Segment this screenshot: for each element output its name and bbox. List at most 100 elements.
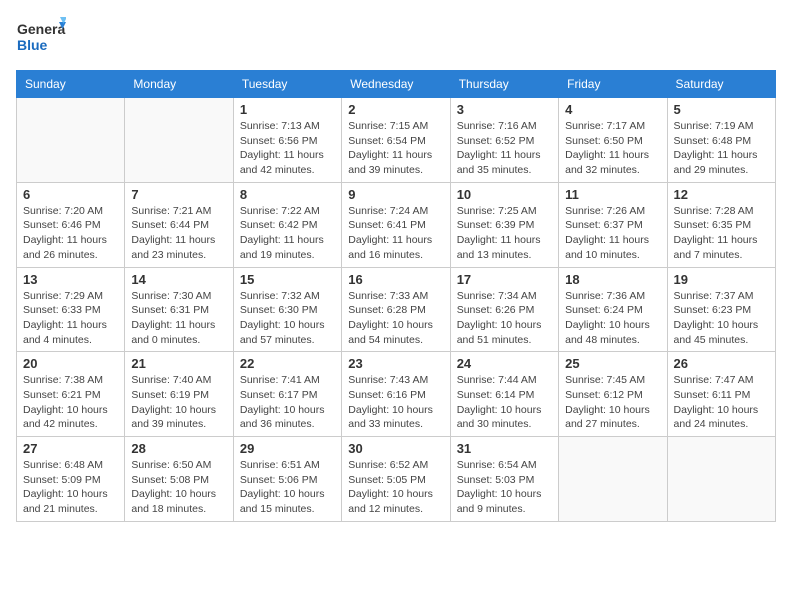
day-info: Sunrise: 6:48 AM Sunset: 5:09 PM Dayligh… bbox=[23, 458, 118, 517]
day-number: 26 bbox=[674, 356, 769, 371]
day-number: 14 bbox=[131, 272, 226, 287]
day-number: 22 bbox=[240, 356, 335, 371]
day-number: 16 bbox=[348, 272, 443, 287]
calendar-cell: 11Sunrise: 7:26 AM Sunset: 6:37 PM Dayli… bbox=[559, 182, 667, 267]
day-info: Sunrise: 7:44 AM Sunset: 6:14 PM Dayligh… bbox=[457, 373, 552, 432]
calendar-cell bbox=[17, 98, 125, 183]
calendar-cell bbox=[559, 437, 667, 522]
day-number: 17 bbox=[457, 272, 552, 287]
calendar-cell: 26Sunrise: 7:47 AM Sunset: 6:11 PM Dayli… bbox=[667, 352, 775, 437]
calendar-cell: 9 Sunrise: 7:24 AM Sunset: 6:41 PM Daylig… bbox=[342, 182, 450, 267]
weekday-header: Sunday bbox=[17, 71, 125, 98]
calendar-cell: 10 Sunrise: 7:25 AM Sunset: 6:39 PM Dayli… bbox=[450, 182, 558, 267]
calendar-cell: 14 Sunrise: 7:30 AM Sunset: 6:31 PM Dayli… bbox=[125, 267, 233, 352]
calendar-cell: 25Sunrise: 7:45 AM Sunset: 6:12 PM Dayli… bbox=[559, 352, 667, 437]
calendar-week-row: 6Sunrise: 7:20 AM Sunset: 6:46 PM Daylig… bbox=[17, 182, 776, 267]
day-number: 19 bbox=[674, 272, 769, 287]
day-info: Sunrise: 7:25 AM Sunset: 6:39 PM Dayligh… bbox=[457, 204, 552, 263]
day-number: 31 bbox=[457, 441, 552, 456]
day-number: 12 bbox=[674, 187, 769, 202]
calendar-week-row: 1Sunrise: 7:13 AM Sunset: 6:56 PM Daylig… bbox=[17, 98, 776, 183]
calendar-cell: 17 Sunrise: 7:34 AM Sunset: 6:26 PM Dayli… bbox=[450, 267, 558, 352]
day-info: Sunrise: 7:34 AM Sunset: 6:26 PM Dayligh… bbox=[457, 289, 552, 348]
calendar-cell: 16 Sunrise: 7:33 AM Sunset: 6:28 PM Dayli… bbox=[342, 267, 450, 352]
day-number: 7 bbox=[131, 187, 226, 202]
weekday-header-row: SundayMondayTuesdayWednesdayThursdayFrid… bbox=[17, 71, 776, 98]
day-number: 10 bbox=[457, 187, 552, 202]
calendar-cell: 23 Sunrise: 7:43 AM Sunset: 6:16 PM Dayli… bbox=[342, 352, 450, 437]
weekday-header: Thursday bbox=[450, 71, 558, 98]
day-number: 11 bbox=[565, 187, 660, 202]
calendar-cell: 21 Sunrise: 7:40 AM Sunset: 6:19 PM Dayli… bbox=[125, 352, 233, 437]
day-number: 21 bbox=[131, 356, 226, 371]
day-info: Sunrise: 7:24 AM Sunset: 6:41 PM Dayligh… bbox=[348, 204, 443, 263]
calendar-cell: 18Sunrise: 7:36 AM Sunset: 6:24 PM Dayli… bbox=[559, 267, 667, 352]
day-info: Sunrise: 6:50 AM Sunset: 5:08 PM Dayligh… bbox=[131, 458, 226, 517]
day-info: Sunrise: 7:16 AM Sunset: 6:52 PM Dayligh… bbox=[457, 119, 552, 178]
svg-text:General: General bbox=[17, 21, 66, 37]
calendar-week-row: 20 Sunrise: 7:38 AM Sunset: 6:21 PM Dayli… bbox=[17, 352, 776, 437]
calendar-cell: 8 Sunrise: 7:22 AM Sunset: 6:42 PM Daylig… bbox=[233, 182, 341, 267]
day-number: 8 bbox=[240, 187, 335, 202]
day-number: 6 bbox=[23, 187, 118, 202]
day-info: Sunrise: 7:37 AM Sunset: 6:23 PM Dayligh… bbox=[674, 289, 769, 348]
day-number: 24 bbox=[457, 356, 552, 371]
day-number: 3 bbox=[457, 102, 552, 117]
day-number: 27 bbox=[23, 441, 118, 456]
calendar-cell: 19 Sunrise: 7:37 AM Sunset: 6:23 PM Dayli… bbox=[667, 267, 775, 352]
day-info: Sunrise: 6:54 AM Sunset: 5:03 PM Dayligh… bbox=[457, 458, 552, 517]
calendar-cell: 30 Sunrise: 6:52 AM Sunset: 5:05 PM Dayli… bbox=[342, 437, 450, 522]
day-number: 25 bbox=[565, 356, 660, 371]
day-number: 4 bbox=[565, 102, 660, 117]
day-info: Sunrise: 7:43 AM Sunset: 6:16 PM Dayligh… bbox=[348, 373, 443, 432]
calendar-cell: 20 Sunrise: 7:38 AM Sunset: 6:21 PM Dayli… bbox=[17, 352, 125, 437]
day-number: 9 bbox=[348, 187, 443, 202]
day-number: 13 bbox=[23, 272, 118, 287]
svg-text:Blue: Blue bbox=[17, 37, 48, 53]
calendar-cell: 15Sunrise: 7:32 AM Sunset: 6:30 PM Dayli… bbox=[233, 267, 341, 352]
weekday-header: Wednesday bbox=[342, 71, 450, 98]
day-info: Sunrise: 7:30 AM Sunset: 6:31 PM Dayligh… bbox=[131, 289, 226, 348]
calendar-cell bbox=[667, 437, 775, 522]
day-info: Sunrise: 7:21 AM Sunset: 6:44 PM Dayligh… bbox=[131, 204, 226, 263]
day-number: 5 bbox=[674, 102, 769, 117]
calendar-cell: 27 Sunrise: 6:48 AM Sunset: 5:09 PM Dayli… bbox=[17, 437, 125, 522]
day-info: Sunrise: 7:19 AM Sunset: 6:48 PM Dayligh… bbox=[674, 119, 769, 178]
calendar-cell: 31 Sunrise: 6:54 AM Sunset: 5:03 PM Dayli… bbox=[450, 437, 558, 522]
page-header: General Blue bbox=[16, 16, 776, 58]
day-info: Sunrise: 7:17 AM Sunset: 6:50 PM Dayligh… bbox=[565, 119, 660, 178]
day-info: Sunrise: 7:29 AM Sunset: 6:33 PM Dayligh… bbox=[23, 289, 118, 348]
day-number: 30 bbox=[348, 441, 443, 456]
day-number: 2 bbox=[348, 102, 443, 117]
calendar-cell: 4 Sunrise: 7:17 AM Sunset: 6:50 PM Daylig… bbox=[559, 98, 667, 183]
calendar-week-row: 27 Sunrise: 6:48 AM Sunset: 5:09 PM Dayli… bbox=[17, 437, 776, 522]
day-info: Sunrise: 7:40 AM Sunset: 6:19 PM Dayligh… bbox=[131, 373, 226, 432]
calendar-table: SundayMondayTuesdayWednesdayThursdayFrid… bbox=[16, 70, 776, 522]
calendar-cell: 28Sunrise: 6:50 AM Sunset: 5:08 PM Dayli… bbox=[125, 437, 233, 522]
day-info: Sunrise: 7:33 AM Sunset: 6:28 PM Dayligh… bbox=[348, 289, 443, 348]
weekday-header: Saturday bbox=[667, 71, 775, 98]
weekday-header: Monday bbox=[125, 71, 233, 98]
calendar-cell: 7 Sunrise: 7:21 AM Sunset: 6:44 PM Daylig… bbox=[125, 182, 233, 267]
day-number: 20 bbox=[23, 356, 118, 371]
day-info: Sunrise: 7:38 AM Sunset: 6:21 PM Dayligh… bbox=[23, 373, 118, 432]
calendar-cell: 24 Sunrise: 7:44 AM Sunset: 6:14 PM Dayli… bbox=[450, 352, 558, 437]
calendar-cell: 3 Sunrise: 7:16 AM Sunset: 6:52 PM Daylig… bbox=[450, 98, 558, 183]
day-number: 23 bbox=[348, 356, 443, 371]
day-info: Sunrise: 7:28 AM Sunset: 6:35 PM Dayligh… bbox=[674, 204, 769, 263]
day-info: Sunrise: 7:36 AM Sunset: 6:24 PM Dayligh… bbox=[565, 289, 660, 348]
weekday-header: Friday bbox=[559, 71, 667, 98]
weekday-header: Tuesday bbox=[233, 71, 341, 98]
calendar-cell: 5 Sunrise: 7:19 AM Sunset: 6:48 PM Daylig… bbox=[667, 98, 775, 183]
day-info: Sunrise: 6:52 AM Sunset: 5:05 PM Dayligh… bbox=[348, 458, 443, 517]
calendar-cell: 1Sunrise: 7:13 AM Sunset: 6:56 PM Daylig… bbox=[233, 98, 341, 183]
logo-svg: General Blue bbox=[16, 16, 66, 58]
calendar-cell: 12 Sunrise: 7:28 AM Sunset: 6:35 PM Dayli… bbox=[667, 182, 775, 267]
day-info: Sunrise: 7:15 AM Sunset: 6:54 PM Dayligh… bbox=[348, 119, 443, 178]
day-info: Sunrise: 7:22 AM Sunset: 6:42 PM Dayligh… bbox=[240, 204, 335, 263]
day-info: Sunrise: 7:32 AM Sunset: 6:30 PM Dayligh… bbox=[240, 289, 335, 348]
calendar-cell: 2 Sunrise: 7:15 AM Sunset: 6:54 PM Daylig… bbox=[342, 98, 450, 183]
day-number: 29 bbox=[240, 441, 335, 456]
calendar-cell: 22Sunrise: 7:41 AM Sunset: 6:17 PM Dayli… bbox=[233, 352, 341, 437]
calendar-cell: 29Sunrise: 6:51 AM Sunset: 5:06 PM Dayli… bbox=[233, 437, 341, 522]
